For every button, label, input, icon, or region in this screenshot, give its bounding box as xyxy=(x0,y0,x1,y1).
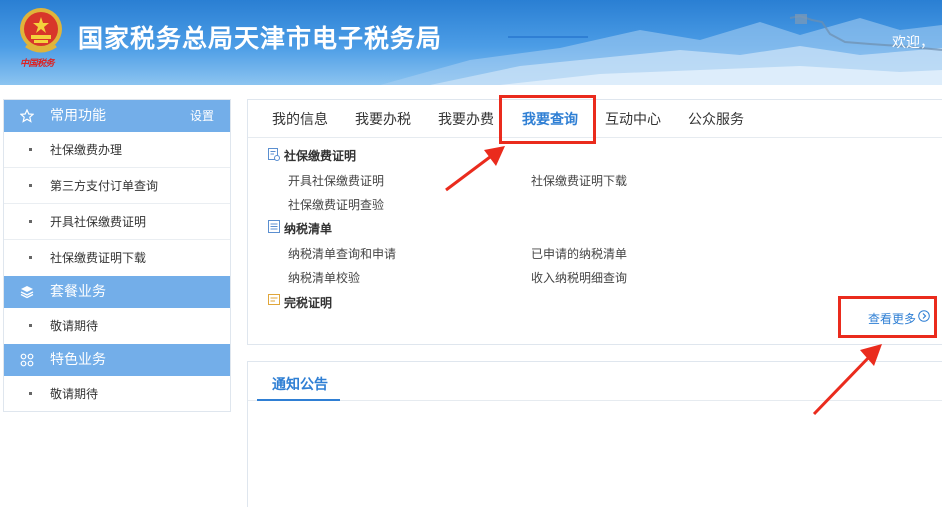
bullet-icon xyxy=(29,220,32,223)
sidebar-item-label: 开具社保缴费证明 xyxy=(50,215,147,229)
section-title-social-insurance-certificate: 社保缴费证明 xyxy=(284,149,357,163)
link-issue-certificate[interactable]: 开具社保缴费证明 xyxy=(288,172,384,189)
sidebar-item-social-insurance-payment[interactable]: 社保缴费办理 xyxy=(4,132,230,168)
tab-public-service[interactable]: 公众服务 xyxy=(688,100,744,138)
bullet-icon xyxy=(29,184,32,187)
tab-fee-handling[interactable]: 我要办费 xyxy=(438,100,494,138)
notice-panel: 通知公告 xyxy=(247,361,942,507)
active-tab-indicator xyxy=(257,399,340,401)
active-tab-indicator xyxy=(508,36,588,38)
link-tax-list-query[interactable]: 纳税清单查询和申请 xyxy=(288,245,396,262)
list-icon xyxy=(268,220,280,233)
bullet-icon xyxy=(29,256,32,259)
link-certificate-download[interactable]: 社保缴费证明下载 xyxy=(531,172,627,189)
sidebar-group-featured[interactable]: 特色业务 xyxy=(4,344,230,376)
sidebar-group-title: 常用功能 xyxy=(50,108,106,124)
highlight-box-query-tab xyxy=(499,95,596,144)
sidebar-group-package[interactable]: 套餐业务 xyxy=(4,276,230,308)
highlight-box-view-more xyxy=(838,296,937,338)
brand-signature: 中国税务 xyxy=(20,59,55,69)
section-title-tax-payment-certificate: 完税证明 xyxy=(284,296,333,310)
sidebar-item-label: 第三方支付订单查询 xyxy=(50,179,159,193)
site-title: 国家税务总局天津市电子税务局 xyxy=(78,24,443,53)
link-income-tax-details[interactable]: 收入纳税明细查询 xyxy=(531,269,627,286)
settings-link[interactable]: 设置 xyxy=(190,100,214,132)
sidebar-group-common[interactable]: 常用功能 设置 xyxy=(4,100,230,132)
sidebar-item-coming-soon[interactable]: 敬请期待 xyxy=(4,308,230,344)
sidebar-item-label: 敬请期待 xyxy=(50,387,99,401)
sidebar-group-title: 套餐业务 xyxy=(50,284,106,300)
link-applied-tax-list[interactable]: 已申请的纳税清单 xyxy=(531,245,627,262)
welcome-text: 欢迎， xyxy=(892,35,934,51)
sidebar-item-label: 社保缴费办理 xyxy=(50,143,123,157)
sidebar-item-issue-certificate[interactable]: 开具社保缴费证明 xyxy=(4,204,230,240)
tab-tax-handling[interactable]: 我要办税 xyxy=(355,100,411,138)
certificate-icon xyxy=(268,148,280,161)
sidebar-item-coming-soon[interactable]: 敬请期待 xyxy=(4,376,230,412)
sidebar-item-label: 敬请期待 xyxy=(50,319,99,333)
sidebar-item-third-party-order-query[interactable]: 第三方支付订单查询 xyxy=(4,168,230,204)
sidebar-item-label: 社保缴费证明下载 xyxy=(50,251,147,265)
tax-certificate-icon xyxy=(268,294,280,305)
grid-icon xyxy=(20,353,34,367)
bullet-icon xyxy=(29,324,32,327)
national-emblem-icon xyxy=(20,8,62,53)
layers-icon xyxy=(20,286,34,299)
sidebar-group-title: 特色业务 xyxy=(50,352,106,368)
tab-notice[interactable]: 通知公告 xyxy=(272,374,328,394)
link-tax-list-verify[interactable]: 纳税清单校验 xyxy=(288,269,360,286)
section-title-tax-list: 纳税清单 xyxy=(284,222,333,236)
tab-interaction-center[interactable]: 互动中心 xyxy=(605,100,661,138)
site-header: 中国税务 国家税务总局天津市电子税务局 欢迎， xyxy=(0,0,942,85)
bullet-icon xyxy=(29,148,32,151)
divider xyxy=(248,400,942,401)
tab-my-info[interactable]: 我的信息 xyxy=(272,100,328,138)
star-icon xyxy=(20,109,34,123)
link-certificate-verify[interactable]: 社保缴费证明查验 xyxy=(288,196,384,213)
bullet-icon xyxy=(29,392,32,395)
sidebar: 常用功能 设置 社保缴费办理 第三方支付订单查询 开具社保缴费证明 社保缴费证明… xyxy=(3,99,231,412)
sidebar-item-certificate-download[interactable]: 社保缴费证明下载 xyxy=(4,240,230,276)
